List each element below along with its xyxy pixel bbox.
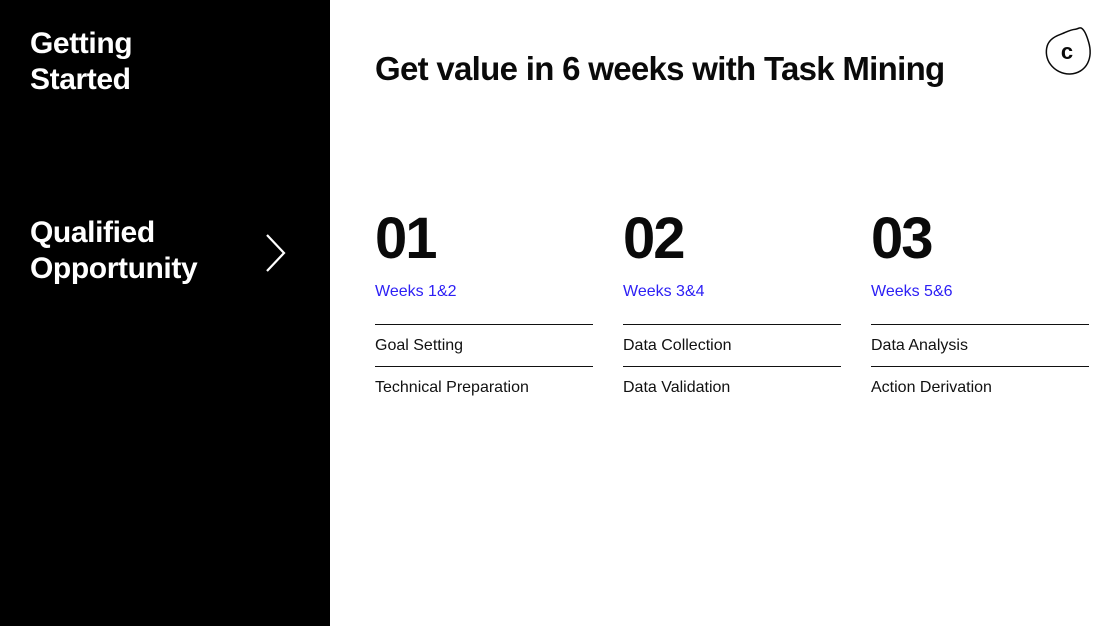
- column-item: Action Derivation: [871, 366, 1089, 408]
- timeline-columns: 01 Weeks 1&2 Goal Setting Technical Prep…: [375, 208, 1089, 408]
- column-number: 01: [375, 206, 438, 271]
- column-item: Goal Setting: [375, 324, 593, 366]
- column-weeks-label: Weeks 3&4: [623, 283, 705, 300]
- main-content: Get value in 6 weeks with Task Mining c …: [330, 0, 1120, 626]
- column-weeks-label: Weeks 1&2: [375, 283, 457, 300]
- column-item: Technical Preparation: [375, 366, 593, 408]
- sidebar-kicker-getting-started: Getting Started: [30, 27, 133, 96]
- svg-text:c: c: [1061, 39, 1073, 64]
- column-item: Data Validation: [623, 366, 841, 408]
- sidebar: Getting Started Qualified Opportunity: [0, 0, 330, 626]
- column-number: 03: [871, 206, 934, 271]
- celonis-blob-c-logo-icon: c: [1042, 26, 1094, 80]
- column-item: Data Collection: [623, 324, 841, 366]
- slide-root: Getting Started Qualified Opportunity Ge…: [0, 0, 1120, 626]
- chevron-right-icon[interactable]: [262, 232, 290, 274]
- sidebar-stage-qualified-opportunity: Qualified Opportunity: [30, 216, 198, 285]
- page-title: Get value in 6 weeks with Task Mining: [375, 50, 945, 88]
- timeline-column-02: 02 Weeks 3&4 Data Collection Data Valida…: [623, 208, 841, 408]
- timeline-column-01: 01 Weeks 1&2 Goal Setting Technical Prep…: [375, 208, 593, 408]
- column-weeks-label: Weeks 5&6: [871, 283, 953, 300]
- column-item: Data Analysis: [871, 324, 1089, 366]
- timeline-column-03: 03 Weeks 5&6 Data Analysis Action Deriva…: [871, 208, 1089, 408]
- column-number: 02: [623, 206, 686, 271]
